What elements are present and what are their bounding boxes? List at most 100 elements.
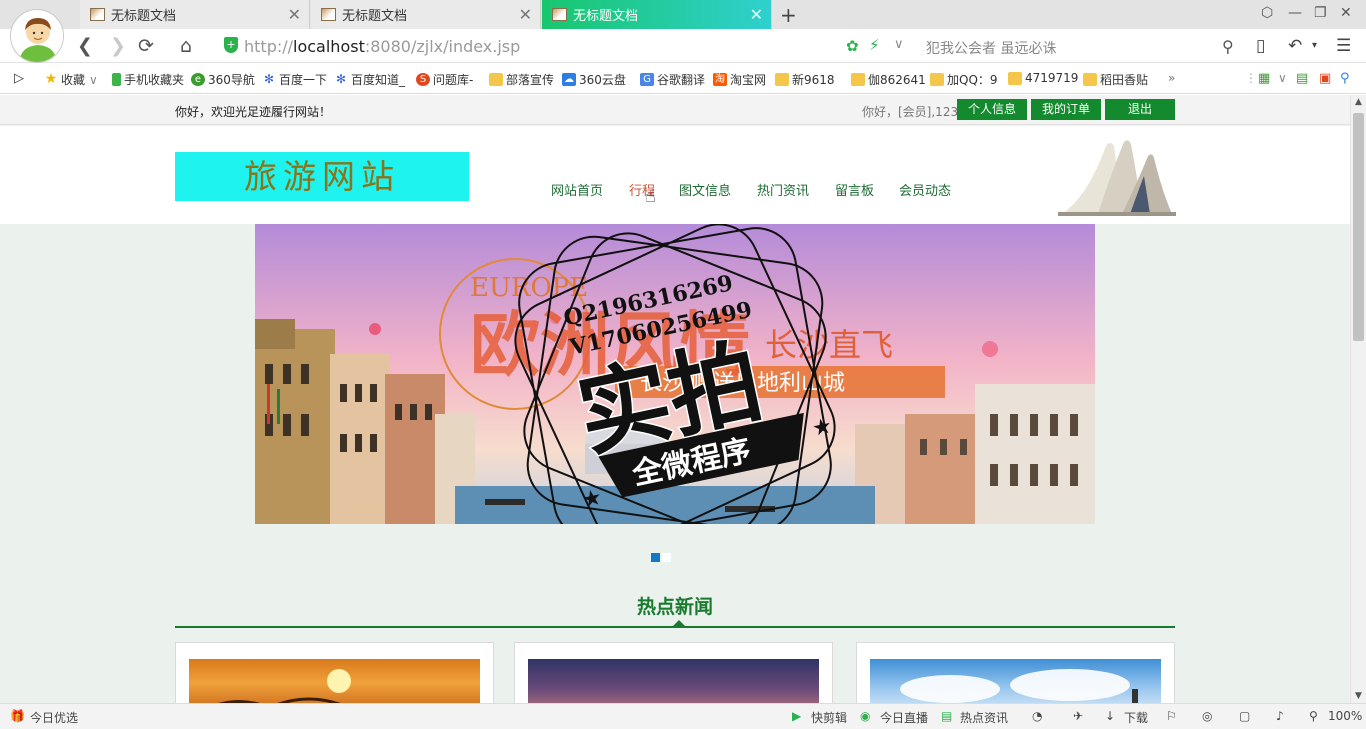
- bookmark-item[interactable]: ☁ 360云盘: [562, 71, 626, 88]
- tab-close-icon[interactable]: ✕: [288, 5, 301, 24]
- restore-icon[interactable]: ❐: [1314, 5, 1327, 21]
- scroll-thumb[interactable]: [1353, 113, 1364, 341]
- page-scrollbar[interactable]: ▲ ▼: [1350, 95, 1366, 703]
- status-today-picks[interactable]: 今日优选: [30, 709, 78, 726]
- zoom-icon[interactable]: ⚲: [1309, 709, 1318, 723]
- status-live[interactable]: 今日直播: [880, 709, 928, 726]
- tab-title: 无标题文档: [573, 9, 639, 24]
- news-image: [189, 659, 480, 703]
- undo-dropdown-icon[interactable]: ▾: [1312, 40, 1317, 51]
- status-quick-edit[interactable]: 快剪辑: [811, 709, 847, 726]
- download-icon[interactable]: ↓: [1105, 709, 1115, 723]
- bookmark-item[interactable]: S 问题库-: [416, 71, 473, 88]
- news-card[interactable]: [856, 642, 1175, 703]
- folder-icon: [489, 73, 503, 86]
- minimize-icon[interactable]: —: [1288, 5, 1302, 21]
- close-window-icon[interactable]: ✕: [1340, 5, 1352, 21]
- tab-close-icon[interactable]: ✕: [750, 5, 763, 24]
- nav-home[interactable]: 网站首页: [551, 180, 603, 199]
- bookmark-item[interactable]: ✻ 百度一下: [262, 71, 327, 88]
- forward-icon[interactable]: ❯: [110, 35, 126, 57]
- nav-hot-news[interactable]: 热门资讯: [757, 180, 809, 199]
- more-bookmarks-icon[interactable]: »: [1168, 71, 1175, 85]
- undo-icon[interactable]: ↶: [1288, 36, 1302, 56]
- new-tab-button[interactable]: +: [780, 3, 797, 27]
- bookmark-item[interactable]: 新9618: [775, 71, 835, 88]
- folder-icon: [775, 73, 789, 86]
- pin-icon[interactable]: ✈: [1073, 709, 1083, 723]
- chevron-down-icon[interactable]: ∨: [894, 37, 904, 52]
- back-icon[interactable]: ❮: [77, 35, 93, 57]
- site-header: 旅游网站 网站首页 行程 图文信息 热门资讯 留言板 会员动态: [0, 126, 1350, 224]
- bookmark-item[interactable]: e 360导航: [191, 71, 255, 88]
- menu-icon[interactable]: ☰: [1336, 36, 1351, 56]
- sidebar-toggle-icon[interactable]: ▷: [14, 71, 24, 86]
- zoom-level[interactable]: 100%: [1328, 709, 1362, 723]
- folder-icon: [851, 73, 865, 86]
- news-icon[interactable]: ▤: [941, 709, 952, 723]
- browser-icon[interactable]: ◎: [1202, 709, 1212, 723]
- reload-icon[interactable]: ⟳: [138, 35, 154, 57]
- flag-icon[interactable]: ⚐: [1166, 709, 1177, 723]
- banner-artwork: EUROPE 欧洲风情 长沙直飞 长沙 赠送奥地利山城 Q2196316269 …: [255, 224, 1095, 524]
- translate-icon: G: [640, 73, 654, 86]
- news-card[interactable]: [514, 642, 833, 703]
- lightning-icon[interactable]: ⚡: [869, 36, 880, 54]
- search-icon[interactable]: ⚲: [1222, 37, 1234, 56]
- skin-icon[interactable]: ⬡: [1261, 5, 1273, 21]
- bookmark-item[interactable]: 手机收藏夹: [112, 71, 184, 88]
- bookmark-item[interactable]: ★ 收藏 ∨: [44, 71, 98, 88]
- scroll-up-icon[interactable]: ▲: [1355, 97, 1362, 107]
- bookmark-item[interactable]: 稻田香贴: [1083, 71, 1148, 88]
- speed-icon[interactable]: ◔: [1032, 709, 1042, 723]
- bookmark-item[interactable]: G 谷歌翻译: [640, 71, 705, 88]
- bookmark-item[interactable]: 伽862641: [851, 71, 926, 88]
- sound-icon[interactable]: ♪: [1276, 709, 1284, 723]
- bookmark-item[interactable]: 淘淘宝网: [713, 71, 766, 88]
- search-input[interactable]: 犯我公会者 虽远必诛: [926, 38, 1056, 58]
- mobile-icon[interactable]: ▯: [1256, 36, 1265, 56]
- nav-gallery[interactable]: 图文信息: [679, 180, 731, 199]
- tab-close-icon[interactable]: ✕: [519, 5, 532, 24]
- home-icon[interactable]: ⌂: [180, 35, 192, 57]
- user-avatar[interactable]: [10, 9, 64, 63]
- nav-guestbook[interactable]: 留言板: [835, 180, 874, 199]
- site-logo[interactable]: 旅游网站: [175, 152, 469, 201]
- browser-tab[interactable]: 无标题文档 ✕: [80, 0, 310, 29]
- site-top-bar: 你好，欢迎光足迹履行网站！ 你好，[会员],123 个人信息 我的订单 退出: [0, 95, 1350, 125]
- nav-member-news[interactable]: 会员动态: [899, 180, 951, 199]
- bookmark-item[interactable]: ✻ 百度知道_: [334, 71, 405, 88]
- sogou-icon: S: [416, 73, 430, 86]
- apps-icon[interactable]: ▦: [1258, 71, 1270, 86]
- window-icon[interactable]: ▢: [1239, 709, 1250, 723]
- banner-dot[interactable]: [662, 553, 671, 562]
- status-download[interactable]: 下载: [1124, 709, 1148, 726]
- profile-button[interactable]: 个人信息: [957, 99, 1027, 120]
- my-orders-button[interactable]: 我的订单: [1031, 99, 1101, 120]
- bookmark-item[interactable]: 加QQ：9: [930, 71, 998, 88]
- bookmark-item[interactable]: 部落宣传: [489, 71, 554, 88]
- logout-button[interactable]: 退出: [1105, 99, 1175, 120]
- hero-banner[interactable]: EUROPE 欧洲风情 长沙直飞 长沙 赠送奥地利山城 Q2196316269 …: [255, 224, 1095, 524]
- web-page: 你好，欢迎光足迹履行网站！ 你好，[会员],123 个人信息 我的订单 退出 旅…: [0, 95, 1350, 703]
- status-hot-news[interactable]: 热点资讯: [960, 709, 1008, 726]
- zoom-tool-icon[interactable]: ⚲: [1340, 71, 1350, 86]
- scroll-down-icon[interactable]: ▼: [1355, 691, 1362, 701]
- banner-dot-active[interactable]: [651, 553, 660, 562]
- bookmark-item[interactable]: 4719719: [1008, 71, 1078, 85]
- tab-title: 无标题文档: [111, 9, 177, 24]
- url-input[interactable]: + http://localhost:8080/zjlx/index.jsp ✿…: [214, 32, 914, 60]
- folder-icon: [1083, 73, 1097, 86]
- gift-icon[interactable]: 🎁: [10, 709, 25, 723]
- browser-tab[interactable]: 无标题文档 ✕: [311, 0, 541, 29]
- clip-icon[interactable]: ▶: [792, 709, 801, 723]
- apps-dropdown-icon[interactable]: ∨: [1278, 71, 1287, 85]
- live-icon[interactable]: ◉: [860, 709, 870, 723]
- video-icon[interactable]: ▣: [1319, 71, 1331, 86]
- bookmarks-bar: ▷ ★ 收藏 ∨ 手机收藏夹 e 360导航 ✻ 百度一下 ✻ 百度知道_ S 问题库- 部…: [0, 63, 1366, 94]
- secure-shield-icon: +: [224, 37, 238, 53]
- green-gear-icon[interactable]: ✿: [846, 37, 859, 55]
- browser-tab-active[interactable]: 无标题文档 ✕: [542, 0, 772, 29]
- news-card[interactable]: [175, 642, 494, 703]
- reader-icon[interactable]: ▤: [1296, 71, 1308, 86]
